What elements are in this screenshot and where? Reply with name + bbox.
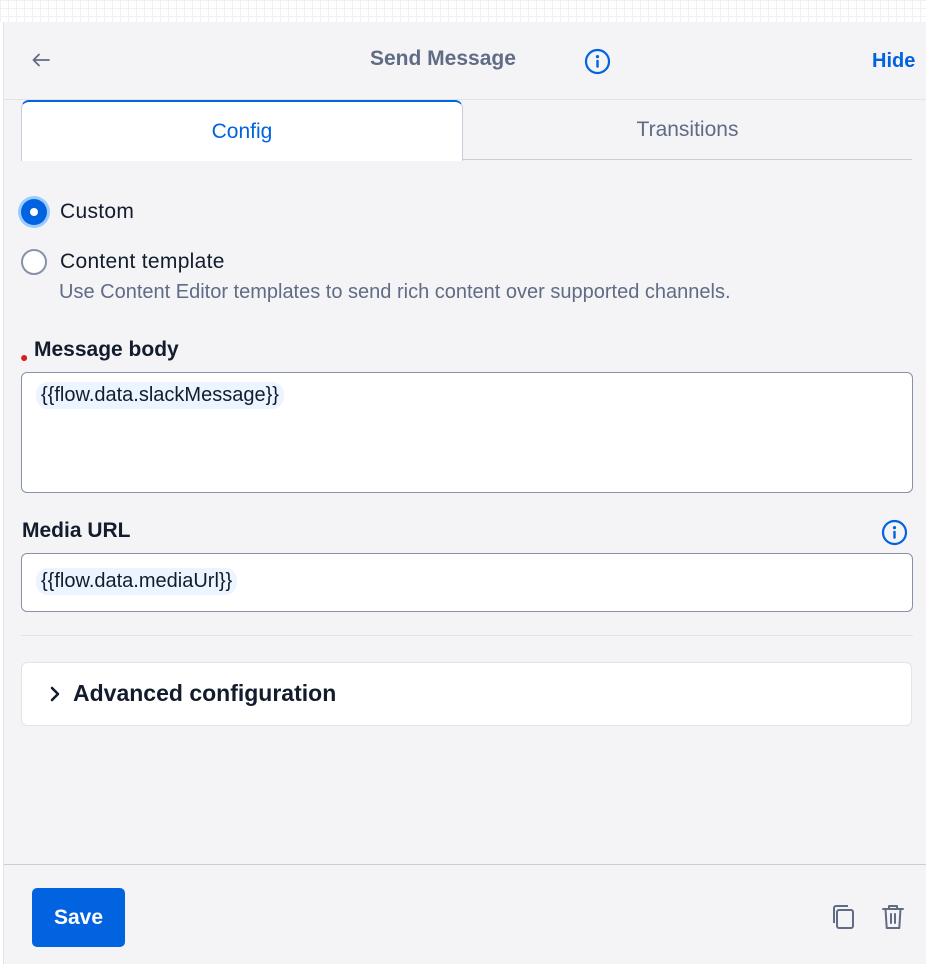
message-body-textarea[interactable]: {{flow.data.slackMessage}} (21, 372, 913, 493)
radio-custom-label: Custom (60, 200, 135, 223)
send-message-panel: Send Message Hide Config Transitions Cus… (3, 22, 926, 964)
save-button[interactable]: Save (32, 888, 125, 947)
footer-divider (4, 864, 926, 865)
tab-config[interactable]: Config (21, 100, 463, 161)
panel-header: Send Message Hide (4, 22, 926, 100)
tab-list: Config Transitions (21, 100, 912, 161)
variable-chip: {{flow.data.slackMessage}} (36, 382, 284, 409)
duplicate-button[interactable] (828, 902, 858, 932)
trash-icon (882, 905, 904, 929)
advanced-configuration-label: Advanced configuration (73, 680, 337, 706)
canvas-grid-background (0, 0, 926, 22)
variable-chip: {{flow.data.mediaUrl}} (36, 568, 238, 595)
media-url-label: Media URL (22, 519, 131, 542)
info-icon[interactable] (584, 48, 611, 75)
arrow-left-icon (32, 53, 50, 67)
tab-transitions[interactable]: Transitions (463, 100, 912, 160)
required-indicator: ● (20, 349, 29, 365)
info-icon[interactable] (881, 519, 908, 546)
media-url-input[interactable]: {{flow.data.mediaUrl}} (21, 553, 913, 612)
back-button[interactable] (30, 49, 52, 71)
content-template-help-text: Use Content Editor templates to send ric… (59, 281, 731, 303)
section-divider (21, 635, 913, 636)
radio-custom[interactable] (21, 199, 47, 225)
copy-icon (833, 905, 854, 929)
hide-button[interactable]: Hide (872, 50, 915, 73)
radio-content-template-label: Content template (60, 250, 225, 273)
delete-button[interactable] (878, 902, 908, 932)
radio-content-template[interactable] (21, 249, 47, 275)
chevron-right-icon (50, 686, 60, 702)
panel-title: Send Message (370, 47, 516, 70)
advanced-configuration-disclosure[interactable]: Advanced configuration (21, 662, 912, 726)
radio-option-custom[interactable]: Custom (21, 199, 134, 225)
message-body-label: Message body (34, 338, 179, 361)
radio-option-content-template[interactable]: Content template (21, 249, 225, 275)
